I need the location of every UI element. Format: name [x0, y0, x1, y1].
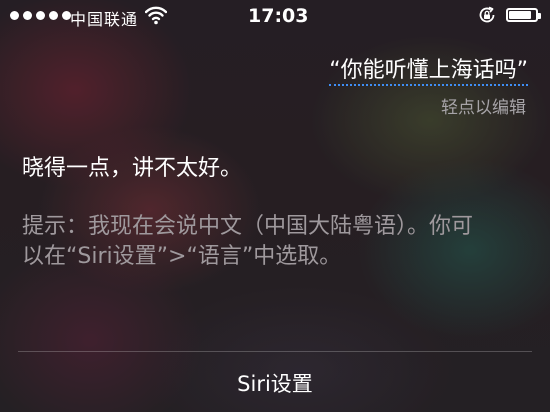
siri-settings-button[interactable]: Siri设置 [0, 368, 550, 398]
spoken-query[interactable]: “你能听懂上海话吗” [329, 52, 528, 86]
tap-to-edit-hint[interactable]: 轻点以编辑 [441, 93, 526, 118]
battery-level-fill [509, 11, 531, 19]
spoken-query-text[interactable]: “你能听懂上海话吗” [329, 58, 528, 86]
signal-dots-icon [10, 11, 71, 20]
siri-language-hint: 提示：我现在会说中文（中国大陆粤语）。你可以在“Siri设置”>“语言”中选取。 [22, 214, 474, 269]
rotation-lock-icon [479, 6, 495, 23]
divider [18, 351, 532, 352]
carrier-name: 中国联通 [70, 10, 139, 29]
siri-answer: 晓得一点，讲不太好。 [22, 156, 243, 181]
status-bar: 中国联通 17:03 [0, 0, 550, 34]
wifi-icon [145, 6, 167, 25]
battery-icon [506, 8, 541, 22]
clock-time: 17:03 [248, 5, 309, 27]
